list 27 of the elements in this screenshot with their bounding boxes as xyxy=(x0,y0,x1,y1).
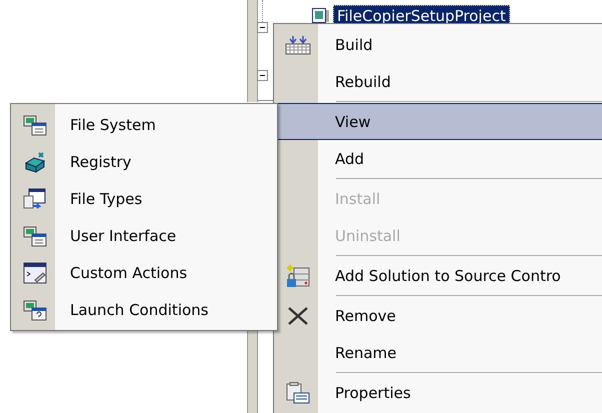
menu-item[interactable]: File System xyxy=(13,106,275,143)
menu-item[interactable]: Properties xyxy=(276,374,602,411)
menu-item[interactable]: Remove xyxy=(276,297,602,334)
menu-item[interactable]: Rebuild xyxy=(276,63,602,100)
window-pencil-icon xyxy=(23,262,47,284)
windows-icon xyxy=(23,224,47,246)
project-icon xyxy=(312,8,330,24)
menu-item[interactable]: Add xyxy=(276,140,602,177)
menu-item[interactable]: View xyxy=(276,103,602,140)
menu-item[interactable]: User Interface xyxy=(13,217,275,254)
window-arrow-icon xyxy=(23,188,47,210)
cube-icon xyxy=(23,150,47,172)
collapse-icon[interactable] xyxy=(257,70,268,81)
menu-item[interactable]: Launch Conditions xyxy=(13,291,275,328)
database-lock-icon xyxy=(285,264,311,288)
window-question-icon xyxy=(23,298,47,320)
collapse-icon[interactable] xyxy=(257,22,268,33)
menu-item[interactable]: File Types xyxy=(13,180,275,217)
menu-item[interactable]: Custom Actions xyxy=(13,254,275,291)
menu-item[interactable]: Registry xyxy=(13,143,275,180)
delete-icon xyxy=(286,304,310,326)
menu-item[interactable]: Build xyxy=(276,26,602,63)
windows-icon xyxy=(23,114,47,136)
menu-item[interactable]: Rename xyxy=(276,334,602,371)
menu-item[interactable]: Add Solution to Source Contro xyxy=(276,257,602,294)
build-icon xyxy=(285,34,311,54)
properties-icon xyxy=(285,382,311,404)
